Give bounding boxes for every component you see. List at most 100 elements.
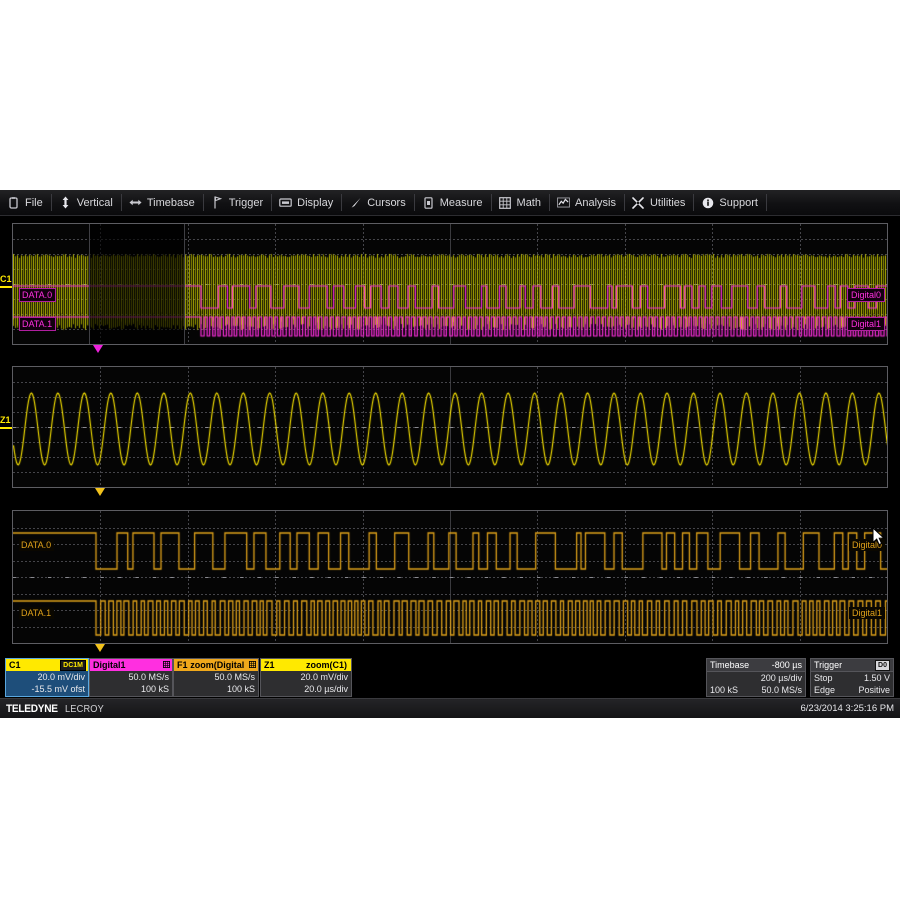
menu-item-trigger[interactable]: Trigger <box>204 190 273 215</box>
menu-item-timebase[interactable]: Timebase <box>122 190 204 215</box>
menu-item-label: Measure <box>439 196 483 209</box>
trace-label-data1-top[interactable]: DATA.1 <box>19 317 57 331</box>
trace-label-data0-bottom[interactable]: DATA.0 <box>19 539 55 551</box>
menu-item-label: Analysis <box>575 196 616 209</box>
menu-item-vertical[interactable]: Vertical <box>52 190 122 215</box>
trigger-type-row: Edge Positive <box>811 684 893 696</box>
menu-item-label: Display <box>297 196 334 209</box>
descriptor-value: 20.0 mV/div <box>300 671 348 682</box>
utilities-tools-icon <box>632 196 645 209</box>
descriptor-c1[interactable]: C1 DC1M 20.0 mV/div -15.5 mV ofst <box>5 658 89 697</box>
cursor-arrow-icon <box>349 196 362 209</box>
descriptor-value-row: 50.0 MS/s <box>90 671 172 683</box>
timebase-label: Timebase <box>710 659 750 670</box>
trigger-state: Stop <box>814 672 833 683</box>
menu-item-label: Trigger <box>228 196 264 209</box>
menu-item-measure[interactable]: Measure <box>415 190 492 215</box>
descriptor-header: Z1 zoom(C1) <box>261 659 351 671</box>
descriptor-subtitle: zoom(Digital <box>190 660 245 670</box>
descriptor-header: C1 DC1M <box>6 659 88 671</box>
math-grid-icon <box>499 196 512 209</box>
descriptor-value: -15.5 mV ofst <box>31 683 85 694</box>
menu-item-file[interactable]: File <box>0 190 52 215</box>
trigger-position-marker-middle[interactable] <box>95 488 105 496</box>
timebase-scale-row: 200 µs/div <box>707 672 805 684</box>
descriptor-value: 100 kS <box>226 683 255 694</box>
middle-waveform-grid[interactable] <box>12 366 888 488</box>
trigger-type: Edge <box>814 684 836 695</box>
descriptor-digital1[interactable]: Digital1 50.0 MS/s 100 kS <box>89 658 173 697</box>
descriptor-title: C1 <box>9 659 21 670</box>
channel-tag-c1[interactable]: C1 <box>0 275 12 288</box>
trigger-level: 1.50 V <box>863 672 890 683</box>
grid-icon <box>248 660 257 670</box>
menu-item-label: Utilities <box>649 196 686 209</box>
brand-lecroy: LECROY <box>65 703 105 715</box>
menu-item-label: Support <box>719 196 758 209</box>
menu-item-support[interactable]: Support <box>694 190 767 215</box>
timebase-delay: -800 µs <box>771 659 802 670</box>
descriptor-value: 20.0 mV/div <box>37 671 85 682</box>
menu-item-display[interactable]: Display <box>272 190 343 215</box>
descriptor-value: 50.0 MS/s <box>214 671 255 682</box>
menu-item-label: Vertical <box>76 196 113 209</box>
descriptor-title: Z1 <box>264 659 275 670</box>
menu-item-cursors[interactable]: Cursors <box>342 190 415 215</box>
menu-item-label: Math <box>516 196 541 209</box>
descriptor-f1[interactable]: F1 zoom(Digital 50.0 MS/s 100 kS <box>173 658 259 697</box>
trace-label-data0-top[interactable]: DATA.0 <box>19 288 57 302</box>
descriptor-value-row: -15.5 mV ofst <box>6 683 88 695</box>
right-label-digital1-top[interactable]: Digital1 <box>846 317 885 331</box>
trigger-state-row: Stop 1.50 V <box>811 672 893 684</box>
right-label-digital0-bottom[interactable]: Digital0 <box>848 539 885 551</box>
trigger-box[interactable]: Trigger D0 Stop 1.50 V Edge Positive <box>810 658 894 697</box>
right-label-digital0-top[interactable]: Digital0 <box>846 288 885 302</box>
channel-tag-c1-label: C1 <box>0 274 12 284</box>
timebase-box[interactable]: Timebase -800 µs 200 µs/div 100 kS 50.0 … <box>706 658 806 697</box>
menu-separator <box>765 194 767 211</box>
trigger-header: Trigger D0 <box>811 659 893 672</box>
descriptor-value: 100 kS <box>140 683 169 694</box>
horizontal-arrows-icon <box>129 196 142 209</box>
menu-item-analysis[interactable]: Analysis <box>550 190 625 215</box>
zoom-region-highlight[interactable] <box>89 224 185 344</box>
descriptor-title: F1 <box>177 659 188 670</box>
descriptor-bar: Timebase -800 µs 200 µs/div 100 kS 50.0 … <box>0 656 900 698</box>
descriptor-value-row: 100 kS <box>174 683 258 695</box>
descriptor-z1[interactable]: Z1 zoom(C1) 20.0 mV/div 20.0 µs/div <box>260 658 352 697</box>
bottom-grid-panel: DATA.0 DATA.1 Digital0 Digital1 <box>0 510 900 656</box>
timebase-scale: 200 µs/div <box>760 672 802 683</box>
menu-item-utilities[interactable]: Utilities <box>625 190 695 215</box>
trigger-slope: Positive <box>858 684 890 695</box>
descriptor-value-row: 20.0 µs/div <box>261 683 351 695</box>
oscilloscope-app: File Vertical Timebase Trigger Display Cursor… <box>0 190 900 718</box>
descriptor-value-row: 100 kS <box>90 683 172 695</box>
coupling-badge: DC1M <box>60 659 86 671</box>
middle-waveform-canvas <box>13 367 887 487</box>
zoom-position-marker[interactable] <box>93 345 103 353</box>
timebase-memory: 100 kS <box>710 684 739 695</box>
channel-tag-z1[interactable]: Z1 <box>0 416 12 429</box>
descriptor-value-row: 20.0 mV/div <box>6 671 88 683</box>
descriptor-title: Digital1 <box>93 659 126 670</box>
menu-item-label: Cursors <box>367 196 406 209</box>
info-circle-icon <box>701 196 714 209</box>
timebase-memory-row: 100 kS 50.0 MS/s <box>707 684 805 696</box>
file-icon <box>7 196 20 209</box>
channel-offset-bar <box>0 286 12 288</box>
right-label-digital1-bottom[interactable]: Digital1 <box>848 607 885 619</box>
footer-bar: TELEDYNE LECROY 6/23/2014 3:25:16 PM <box>0 698 900 718</box>
trace-label-data1-bottom[interactable]: DATA.1 <box>19 607 55 619</box>
bottom-waveform-canvas <box>13 511 887 643</box>
descriptor-header: Digital1 <box>90 659 172 671</box>
menu-item-math[interactable]: Math <box>492 190 550 215</box>
timebase-header: Timebase -800 µs <box>707 659 805 672</box>
top-waveform-grid[interactable]: DATA.0 DATA.1 Digital0 Digital1 <box>12 223 888 345</box>
timebase-sample-rate: 50.0 MS/s <box>761 684 802 695</box>
menu-bar: File Vertical Timebase Trigger Display Cursor… <box>0 190 900 216</box>
bottom-waveform-grid[interactable]: DATA.0 DATA.1 Digital0 Digital1 <box>12 510 888 644</box>
trigger-label: Trigger <box>814 659 843 670</box>
analysis-trend-icon <box>557 196 570 209</box>
trigger-position-marker-bottom[interactable] <box>95 644 105 652</box>
trigger-source-badge: D0 <box>875 659 890 671</box>
